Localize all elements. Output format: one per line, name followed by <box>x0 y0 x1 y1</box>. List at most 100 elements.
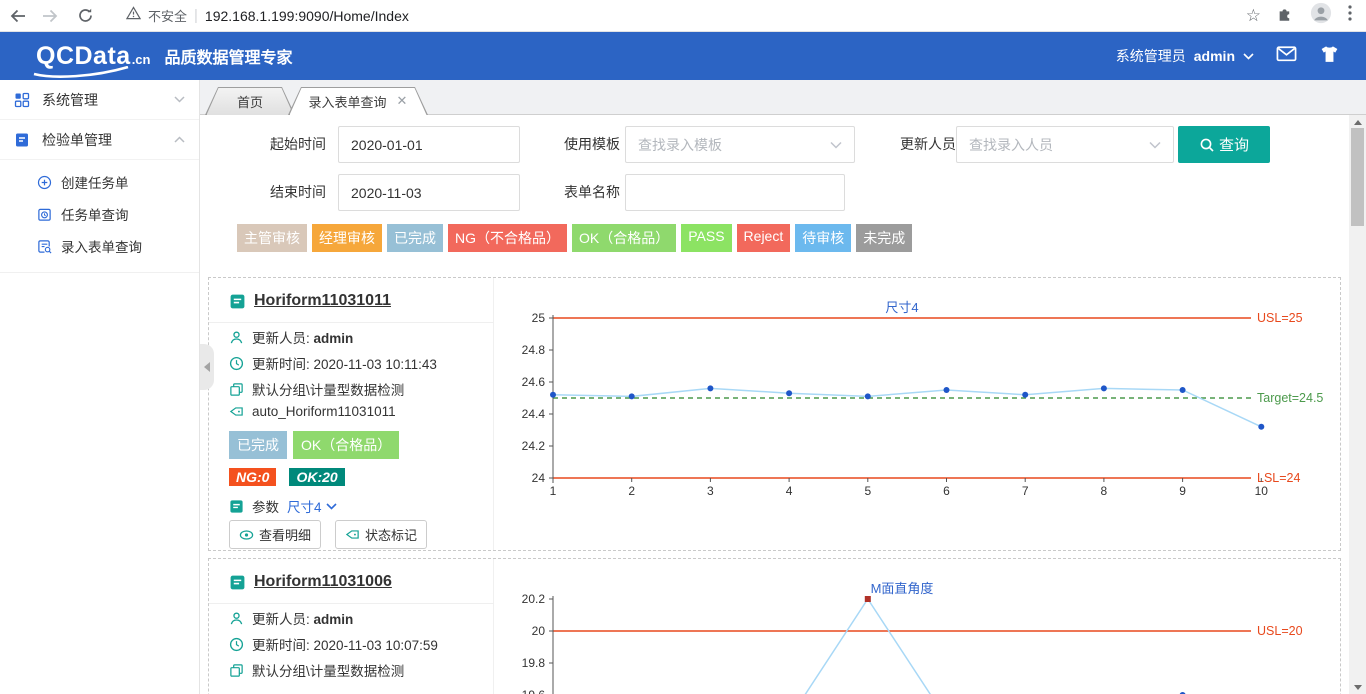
plus-circle-icon <box>37 175 52 190</box>
security-label[interactable]: 不安全 <box>148 6 187 25</box>
start-date-input[interactable] <box>338 126 520 163</box>
theme-shirt-icon[interactable] <box>1319 45 1340 68</box>
clock-icon <box>229 637 244 652</box>
select-chevron-down-icon <box>830 141 842 149</box>
tab-close-icon[interactable]: ✕ <box>397 93 408 109</box>
scrollbar-thumb[interactable] <box>1351 128 1364 226</box>
copy-group-icon <box>229 382 244 397</box>
svg-text:20.2: 20.2 <box>522 592 546 606</box>
status-badge: 已完成 <box>229 431 287 459</box>
svg-text:24: 24 <box>532 471 546 485</box>
address-bar[interactable]: 不安全 | 192.168.1.199:9090/Home/Index <box>126 6 409 25</box>
sidebar-item-form-query[interactable]: 录入表单查询 <box>0 230 199 262</box>
task-clock-icon <box>37 207 52 222</box>
line-chart-size4: USL=25Target=24.5LSL=242524.824.624.424.… <box>496 278 1342 552</box>
svg-text:6: 6 <box>943 484 950 498</box>
status-mark-button[interactable]: 状态标记 <box>335 520 427 549</box>
extensions-puzzle-icon[interactable] <box>1277 5 1294 27</box>
svg-text:8: 8 <box>1101 484 1108 498</box>
updater-value: admin <box>314 331 354 346</box>
vertical-scrollbar[interactable] <box>1349 115 1366 694</box>
svg-text:LSL=24: LSL=24 <box>1257 471 1300 485</box>
svg-text:24.6: 24.6 <box>522 375 546 389</box>
time-value: 2020-11-03 10:07:59 <box>314 638 438 653</box>
template-label: 使用模板 <box>540 126 620 163</box>
card-updater-row: 更新人员: admin <box>229 327 353 347</box>
app-logo[interactable]: QCData.cn <box>36 42 150 71</box>
search-button-label: 查询 <box>1219 134 1249 155</box>
tab-label: 首页 <box>237 92 263 111</box>
param-select-link[interactable]: 尺寸4 <box>287 496 337 516</box>
card-updater-row: 更新人员: admin <box>229 608 353 628</box>
card-title-link[interactable]: Horiform11031006 <box>254 573 392 591</box>
tab-home[interactable]: 首页 <box>205 87 295 115</box>
select-chevron-down-icon <box>1149 141 1161 149</box>
sidebar-collapse-handle[interactable] <box>200 344 214 390</box>
status-legend-badge: OK（合格品） <box>572 224 676 252</box>
search-button[interactable]: 查询 <box>1178 126 1270 163</box>
form-doc-icon <box>229 293 246 310</box>
security-warning-icon[interactable] <box>126 6 141 25</box>
view-detail-button[interactable]: 查看明细 <box>229 520 321 549</box>
sidebar-item-create-task[interactable]: 创建任务单 <box>0 166 199 198</box>
end-date-input[interactable] <box>338 174 520 211</box>
updater-placeholder: 查找录入人员 <box>969 135 1149 155</box>
template-placeholder: 查找录入模板 <box>638 135 830 155</box>
start-date-label: 起始时间 <box>246 126 326 163</box>
svg-text:9: 9 <box>1179 484 1186 498</box>
document-search-icon <box>37 239 52 254</box>
result-card: Horiform11031011 更新人员: admin 更新时间: 2020-… <box>208 277 1341 551</box>
browser-menu-kebab-icon[interactable] <box>1348 5 1352 26</box>
svg-text:24.4: 24.4 <box>522 407 546 421</box>
sidebar-group-label: 系统管理 <box>42 90 174 110</box>
tab-form-query[interactable]: 录入表单查询 ✕ <box>288 87 428 115</box>
status-mark-label: 状态标记 <box>365 525 417 544</box>
time-label: 更新时间: <box>252 638 310 653</box>
user-icon <box>229 330 244 345</box>
svg-text:24.8: 24.8 <box>522 343 546 357</box>
param-value: 尺寸4 <box>287 496 322 516</box>
svg-text:2: 2 <box>628 484 635 498</box>
sidebar-group-system-management[interactable]: 系统管理 <box>0 80 199 120</box>
status-badge: OK（合格品） <box>293 431 399 459</box>
bookmark-star-icon[interactable]: ☆ <box>1246 6 1261 26</box>
collapse-arrow-left-icon <box>204 362 210 372</box>
browser-reload-icon[interactable] <box>68 7 102 24</box>
form-name-input[interactable] <box>625 174 845 211</box>
browser-back-icon[interactable] <box>0 7 34 25</box>
sidebar-item-label: 任务单查询 <box>61 204 129 224</box>
url-text[interactable]: 192.168.1.199:9090/Home/Index <box>205 8 409 24</box>
svg-text:7: 7 <box>1022 484 1029 498</box>
scroll-up-arrow[interactable] <box>1349 115 1366 129</box>
result-card: Horiform11031006 更新人员: admin 更新时间: 2020-… <box>208 558 1341 694</box>
scroll-down-arrow[interactable] <box>1349 680 1366 694</box>
svg-text:20: 20 <box>532 624 546 638</box>
status-legend-badge: 主管审核 <box>237 224 307 252</box>
logo-swoosh <box>32 66 132 78</box>
line-chart-m-face-angle: USL=2020.22019.819.6M面直角度 <box>496 559 1342 694</box>
user-menu[interactable]: 系统管理员 admin <box>1116 46 1254 66</box>
svg-text:USL=20: USL=20 <box>1257 624 1303 638</box>
card-group-row: 默认分组\计量型数据检测 <box>229 379 404 399</box>
sidebar-item-task-query[interactable]: 任务单查询 <box>0 198 199 230</box>
sidebar-item-label: 创建任务单 <box>61 172 129 192</box>
app-slogan: 品质数据管理专家 <box>164 44 292 68</box>
chevron-down-icon <box>326 503 337 510</box>
card-time-row: 更新时间: 2020-11-03 10:11:43 <box>229 353 437 373</box>
time-label: 更新时间: <box>252 357 310 372</box>
copy-group-icon <box>229 663 244 678</box>
card-title-link[interactable]: Horiform11031011 <box>254 292 391 310</box>
mark-tag-icon <box>345 527 360 542</box>
sidebar-group-inspection-management[interactable]: 检验单管理 <box>0 120 199 160</box>
card-param-row: 参数 尺寸4 <box>229 496 337 516</box>
tab-strip: 首页 录入表单查询 ✕ <box>200 80 1366 115</box>
card-buttons-row: 查看明细 状态标记 <box>229 520 427 549</box>
mail-icon[interactable] <box>1276 45 1297 67</box>
svg-text:4: 4 <box>786 484 793 498</box>
template-select[interactable]: 查找录入模板 <box>625 126 855 163</box>
svg-text:尺寸4: 尺寸4 <box>885 300 918 315</box>
browser-profile-avatar[interactable] <box>1310 2 1332 29</box>
browser-forward-icon[interactable] <box>34 7 68 25</box>
sidebar-item-label: 录入表单查询 <box>61 236 142 256</box>
updater-select[interactable]: 查找录入人员 <box>956 126 1174 163</box>
